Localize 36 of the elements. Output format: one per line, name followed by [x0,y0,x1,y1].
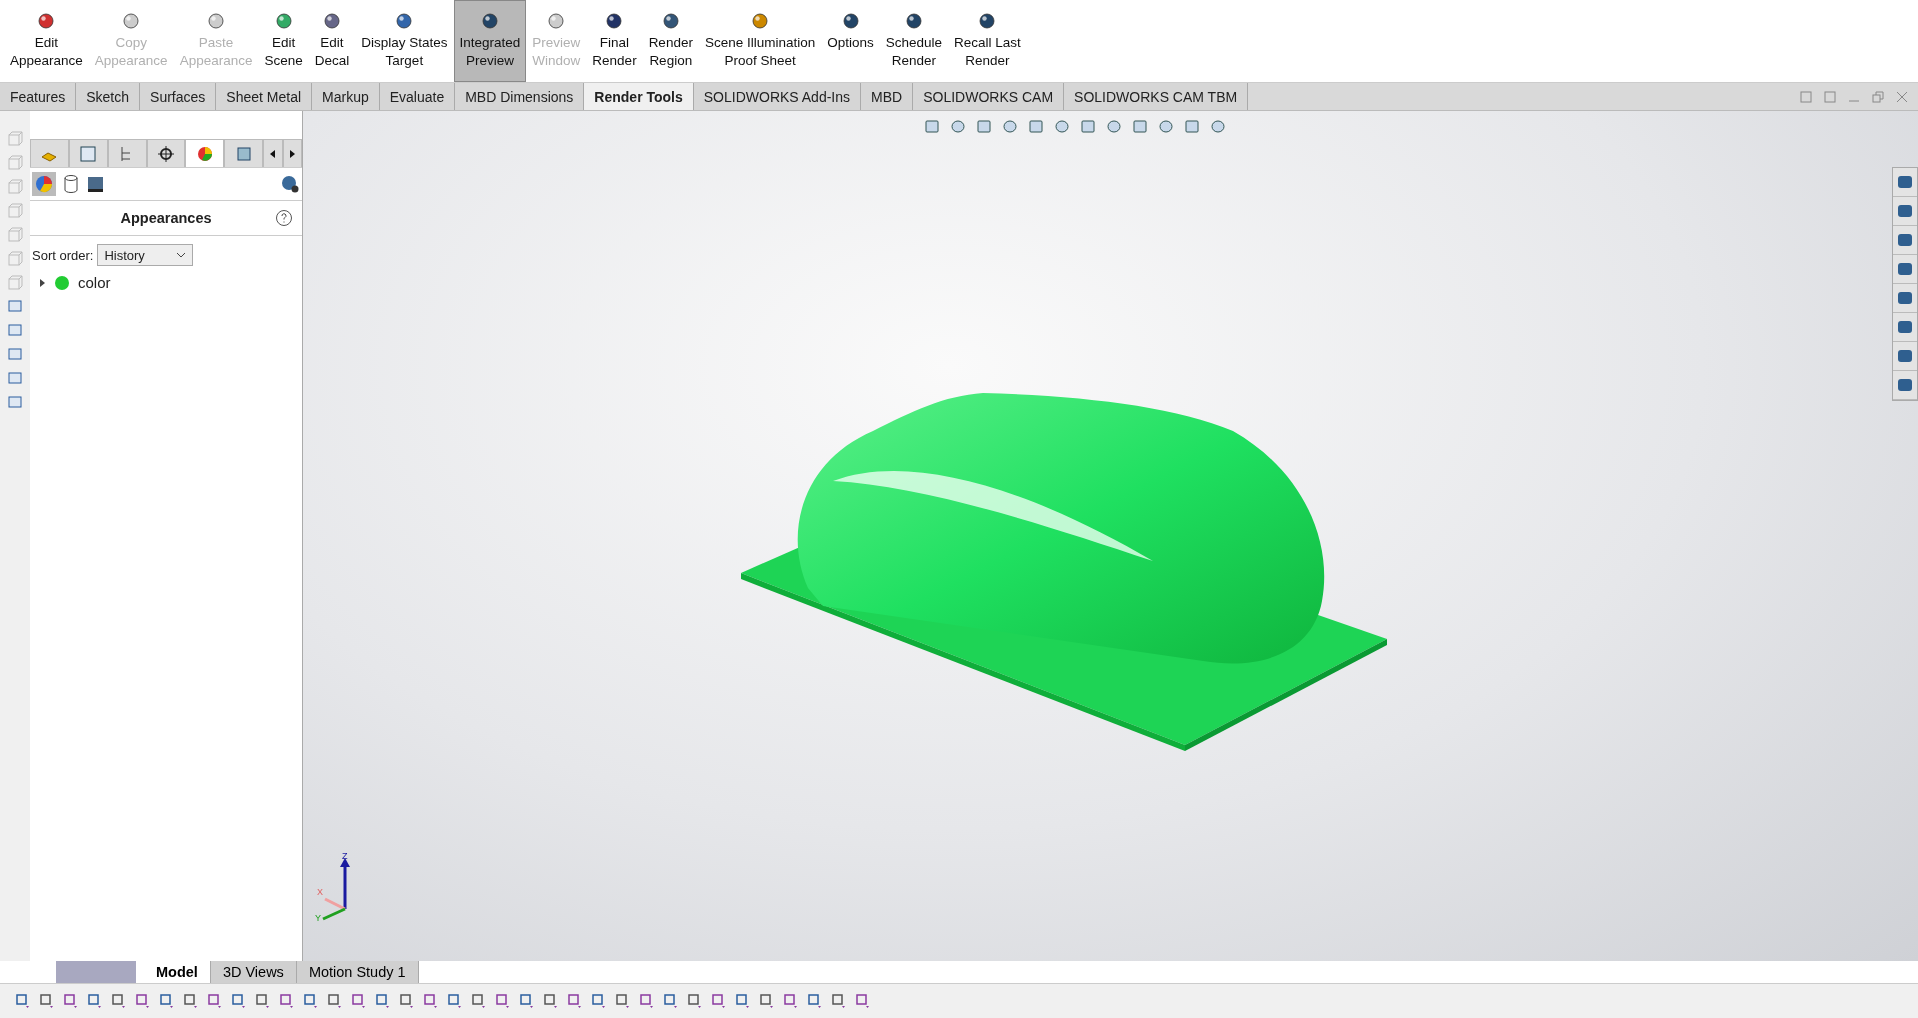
chevron-down-icon [176,252,187,258]
ribbon-button[interactable]: Integrated Preview [453,0,527,82]
scroll-left-icon[interactable] [263,139,283,167]
ribbon-button[interactable]: Schedule Render [879,0,949,82]
view-tool-icon[interactable] [7,371,23,387]
tree-item[interactable]: color [78,274,111,291]
sort-order-dropdown[interactable]: History [97,244,194,266]
view-tool-icon[interactable] [7,323,23,339]
ribbon-button[interactable]: Render Region [642,0,699,82]
property-list-icon[interactable] [68,139,108,167]
view-tool-icon[interactable] [7,395,23,411]
view-tool-icon[interactable] [7,347,23,363]
tile-right-icon[interactable] [1824,90,1836,103]
axis-triad-drawing: Z X Y [315,851,365,921]
scroll-right-icon[interactable] [282,139,302,167]
close-icon[interactable] [1896,90,1908,103]
tile-left-icon[interactable] [1800,90,1812,103]
panel-title: Appearances [120,210,212,226]
ribbon-button[interactable]: Recall Last Render [948,0,1027,82]
restore-icon[interactable] [1872,90,1884,103]
ribbon-button[interactable]: Final Render [586,0,643,82]
expand-arrow-icon[interactable] [38,278,46,287]
ribbon-button[interactable]: Scene Illumination Proof Sheet [698,0,822,82]
ribbon-button[interactable]: Options [821,0,880,82]
command-tab[interactable]: Render Tools [584,83,694,110]
ribbon-button[interactable]: Edit Scene [258,0,309,82]
part-icon[interactable] [30,139,69,167]
sort-order-label: Sort order: [32,247,94,263]
ribbon-button[interactable]: Display States Target [355,0,454,82]
view-tool-icon[interactable] [7,299,23,315]
cylinder-icon[interactable] [62,174,80,194]
ribbon-button[interactable]: Edit Appearance [4,0,89,82]
ribbon-button[interactable]: Edit Decal [308,0,356,82]
model-tab[interactable]: Motion Study 1 [296,961,419,983]
sphere-icon [604,11,625,31]
model-tab[interactable]: 3D Views [210,961,297,983]
